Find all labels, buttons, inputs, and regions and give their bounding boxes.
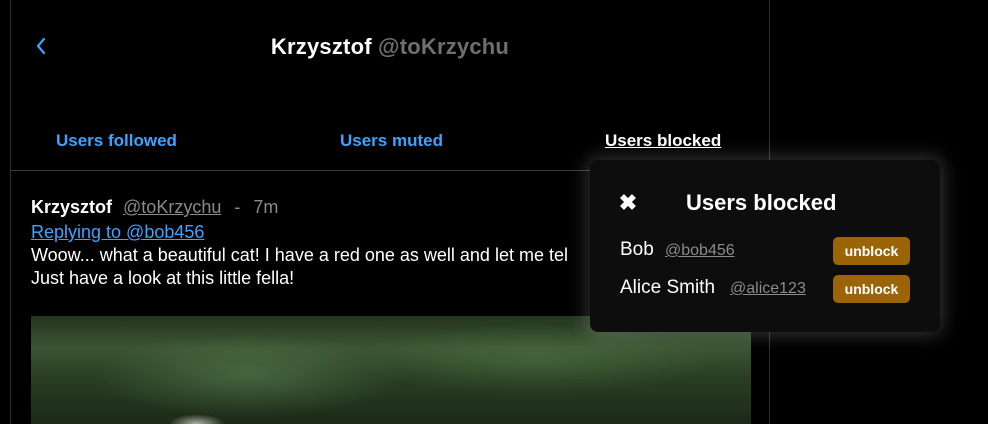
blocked-user-name: Bob [620,239,654,260]
blocked-user-row: Bob @bob456 unblock [620,237,910,265]
blocked-user-handle[interactable]: @bob456 [665,242,735,260]
blocked-user-row: Alice Smith @alice123 unblock [620,275,910,303]
tab-users-blocked[interactable]: Users blocked [605,131,721,151]
post-image-cat[interactable] [31,316,751,424]
close-button[interactable]: ✖ [618,190,638,215]
post-separator: - [234,197,241,217]
unblock-button[interactable]: unblock [833,237,910,265]
post-author[interactable]: Krzysztof [31,197,112,217]
blocked-user-name: Alice Smith [620,277,716,298]
post-timestamp: 7m [253,197,279,217]
close-icon: ✖ [618,190,638,215]
profile-handle: @toKrzychu [378,34,510,59]
post-handle[interactable]: @toKrzychu [123,197,221,217]
profile-title: Krzysztof @toKrzychu [11,34,769,60]
popup-title: Users blocked [686,190,837,215]
blocked-users-popup: ✖ Users blocked Bob @bob456 unblock Alic… [590,160,940,332]
app-page: Krzysztof @toKrzychu Users followed User… [0,0,988,424]
tab-users-muted[interactable]: Users muted [340,131,443,151]
replying-to-link[interactable]: Replying to @bob456 [31,222,204,243]
blocked-user-handle[interactable]: @alice123 [730,280,806,298]
profile-header: Krzysztof @toKrzychu [11,0,769,95]
profile-name: Krzysztof [270,34,372,59]
unblock-button[interactable]: unblock [833,275,910,303]
tab-users-followed[interactable]: Users followed [56,131,177,151]
